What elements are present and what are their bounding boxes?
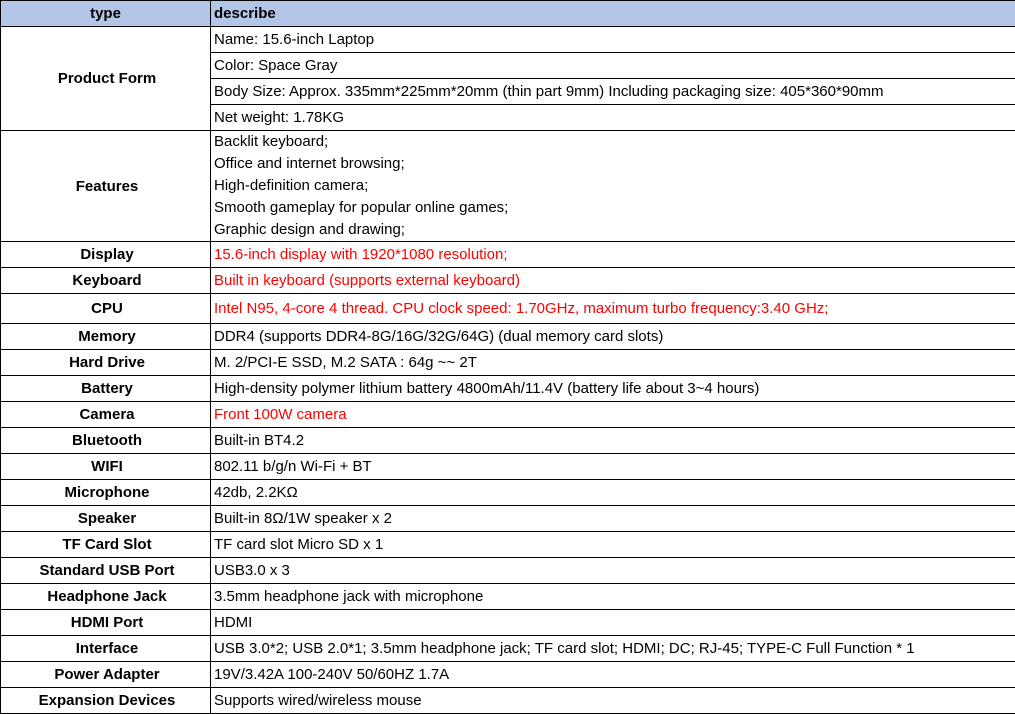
- row-value-headphone-jack: 3.5mm headphone jack with microphone: [210, 583, 1015, 610]
- feature-line: Backlit keyboard;: [214, 133, 329, 150]
- table-row: Speaker Built-in 8Ω/1W speaker x 2: [0, 505, 1015, 532]
- row-value-wifi: 802.11 b/g/n Wi-Fi + BT: [210, 453, 1015, 480]
- table-row: Power Adapter 19V/3.42A 100-240V 50/60HZ …: [0, 661, 1015, 688]
- row-label-standard-usb-port: Standard USB Port: [0, 557, 211, 584]
- row-value-keyboard: Built in keyboard (supports external key…: [210, 267, 1015, 294]
- table-row: Headphone Jack 3.5mm headphone jack with …: [0, 583, 1015, 610]
- table-row: Display 15.6-inch display with 1920*1080 …: [0, 241, 1015, 268]
- row-value-standard-usb-port: USB3.0 x 3: [210, 557, 1015, 584]
- table-row: WIFI 802.11 b/g/n Wi-Fi + BT: [0, 453, 1015, 480]
- row-label-hard-drive: Hard Drive: [0, 349, 211, 376]
- row-label-headphone-jack: Headphone Jack: [0, 583, 211, 610]
- row-value-display: 15.6-inch display with 1920*1080 resolut…: [210, 241, 1015, 268]
- header-type: type: [0, 0, 211, 27]
- row-label-tf-card-slot: TF Card Slot: [0, 531, 211, 558]
- table-row: Standard USB Port USB3.0 x 3: [0, 557, 1015, 584]
- feature-line: Graphic design and drawing;: [214, 221, 405, 238]
- row-value-battery: High-density polymer lithium battery 480…: [210, 375, 1015, 402]
- feature-line: Smooth gameplay for popular online games…: [214, 199, 509, 216]
- table-row: CPU Intel N95, 4-core 4 thread. CPU clock…: [0, 293, 1015, 324]
- row-value-hard-drive: M. 2/PCI-E SSD, M.2 SATA : 64g ~~ 2T: [210, 349, 1015, 376]
- row-value-speaker: Built-in 8Ω/1W speaker x 2: [210, 505, 1015, 532]
- feature-line: Office and internet browsing;: [214, 155, 405, 172]
- product-form-line: Color: Space Gray: [210, 52, 1015, 79]
- row-value-hdmi-port: HDMI: [210, 609, 1015, 636]
- table-row: Hard Drive M. 2/PCI-E SSD, M.2 SATA : 64g…: [0, 349, 1015, 376]
- row-label-speaker: Speaker: [0, 505, 211, 532]
- row-value-power-adapter: 19V/3.42A 100-240V 50/60HZ 1.7A: [210, 661, 1015, 688]
- row-value-interface: USB 3.0*2; USB 2.0*1; 3.5mm headphone ja…: [210, 635, 1015, 662]
- row-label-wifi: WIFI: [0, 453, 211, 480]
- row-label-expansion-devices: Expansion Devices: [0, 687, 211, 714]
- row-label-power-adapter: Power Adapter: [0, 661, 211, 688]
- row-label-cpu: CPU: [0, 293, 211, 324]
- table-row: Interface USB 3.0*2; USB 2.0*1; 3.5mm hea…: [0, 635, 1015, 662]
- spec-table: type describe Product Form Name: 15.6-in…: [0, 0, 1015, 714]
- table-row: TF Card Slot TF card slot Micro SD x 1: [0, 531, 1015, 558]
- feature-line: High-definition camera;: [214, 177, 369, 194]
- table-row: Microphone 42db, 2.2KΩ: [0, 479, 1015, 506]
- row-label-features: Features: [0, 130, 211, 242]
- product-form-line: Body Size: Approx. 335mm*225mm*20mm (thi…: [210, 78, 1015, 105]
- product-form-line: Net weight: 1.78KG: [210, 104, 1015, 131]
- row-label-display: Display: [0, 241, 211, 268]
- row-label-camera: Camera: [0, 401, 211, 428]
- product-form-line: Name: 15.6-inch Laptop: [210, 26, 1015, 53]
- row-value-memory: DDR4 (supports DDR4-8G/16G/32G/64G) (dua…: [210, 323, 1015, 350]
- row-value-tf-card-slot: TF card slot Micro SD x 1: [210, 531, 1015, 558]
- row-label-interface: Interface: [0, 635, 211, 662]
- table-row: Battery High-density polymer lithium batt…: [0, 375, 1015, 402]
- row-label-bluetooth: Bluetooth: [0, 427, 211, 454]
- table-row: Camera Front 100W camera: [0, 401, 1015, 428]
- row-label-hdmi-port: HDMI Port: [0, 609, 211, 636]
- header-describe: describe: [210, 0, 1015, 27]
- row-value-expansion-devices: Supports wired/wireless mouse: [210, 687, 1015, 714]
- table-header-row: type describe: [0, 0, 1015, 27]
- table-row: Keyboard Built in keyboard (supports exte…: [0, 267, 1015, 294]
- table-row: HDMI Port HDMI: [0, 609, 1015, 636]
- table-row: Features Backlit keyboard; Office and in…: [0, 130, 1015, 242]
- row-value-cpu: Intel N95, 4-core 4 thread. CPU clock sp…: [210, 293, 1015, 324]
- row-value-camera: Front 100W camera: [210, 401, 1015, 428]
- row-label-battery: Battery: [0, 375, 211, 402]
- row-value-microphone: 42db, 2.2KΩ: [210, 479, 1015, 506]
- row-label-microphone: Microphone: [0, 479, 211, 506]
- row-label-keyboard: Keyboard: [0, 267, 211, 294]
- table-row: Memory DDR4 (supports DDR4-8G/16G/32G/64G…: [0, 323, 1015, 350]
- table-row: Product Form Name: 15.6-inch Laptop: [0, 26, 1015, 131]
- row-label-product-form: Product Form: [0, 26, 211, 131]
- row-label-memory: Memory: [0, 323, 211, 350]
- table-row: Expansion Devices Supports wired/wireless…: [0, 687, 1015, 714]
- table-row: Bluetooth Built-in BT4.2: [0, 427, 1015, 454]
- row-value-bluetooth: Built-in BT4.2: [210, 427, 1015, 454]
- features-cell: Backlit keyboard; Office and internet br…: [210, 130, 1015, 242]
